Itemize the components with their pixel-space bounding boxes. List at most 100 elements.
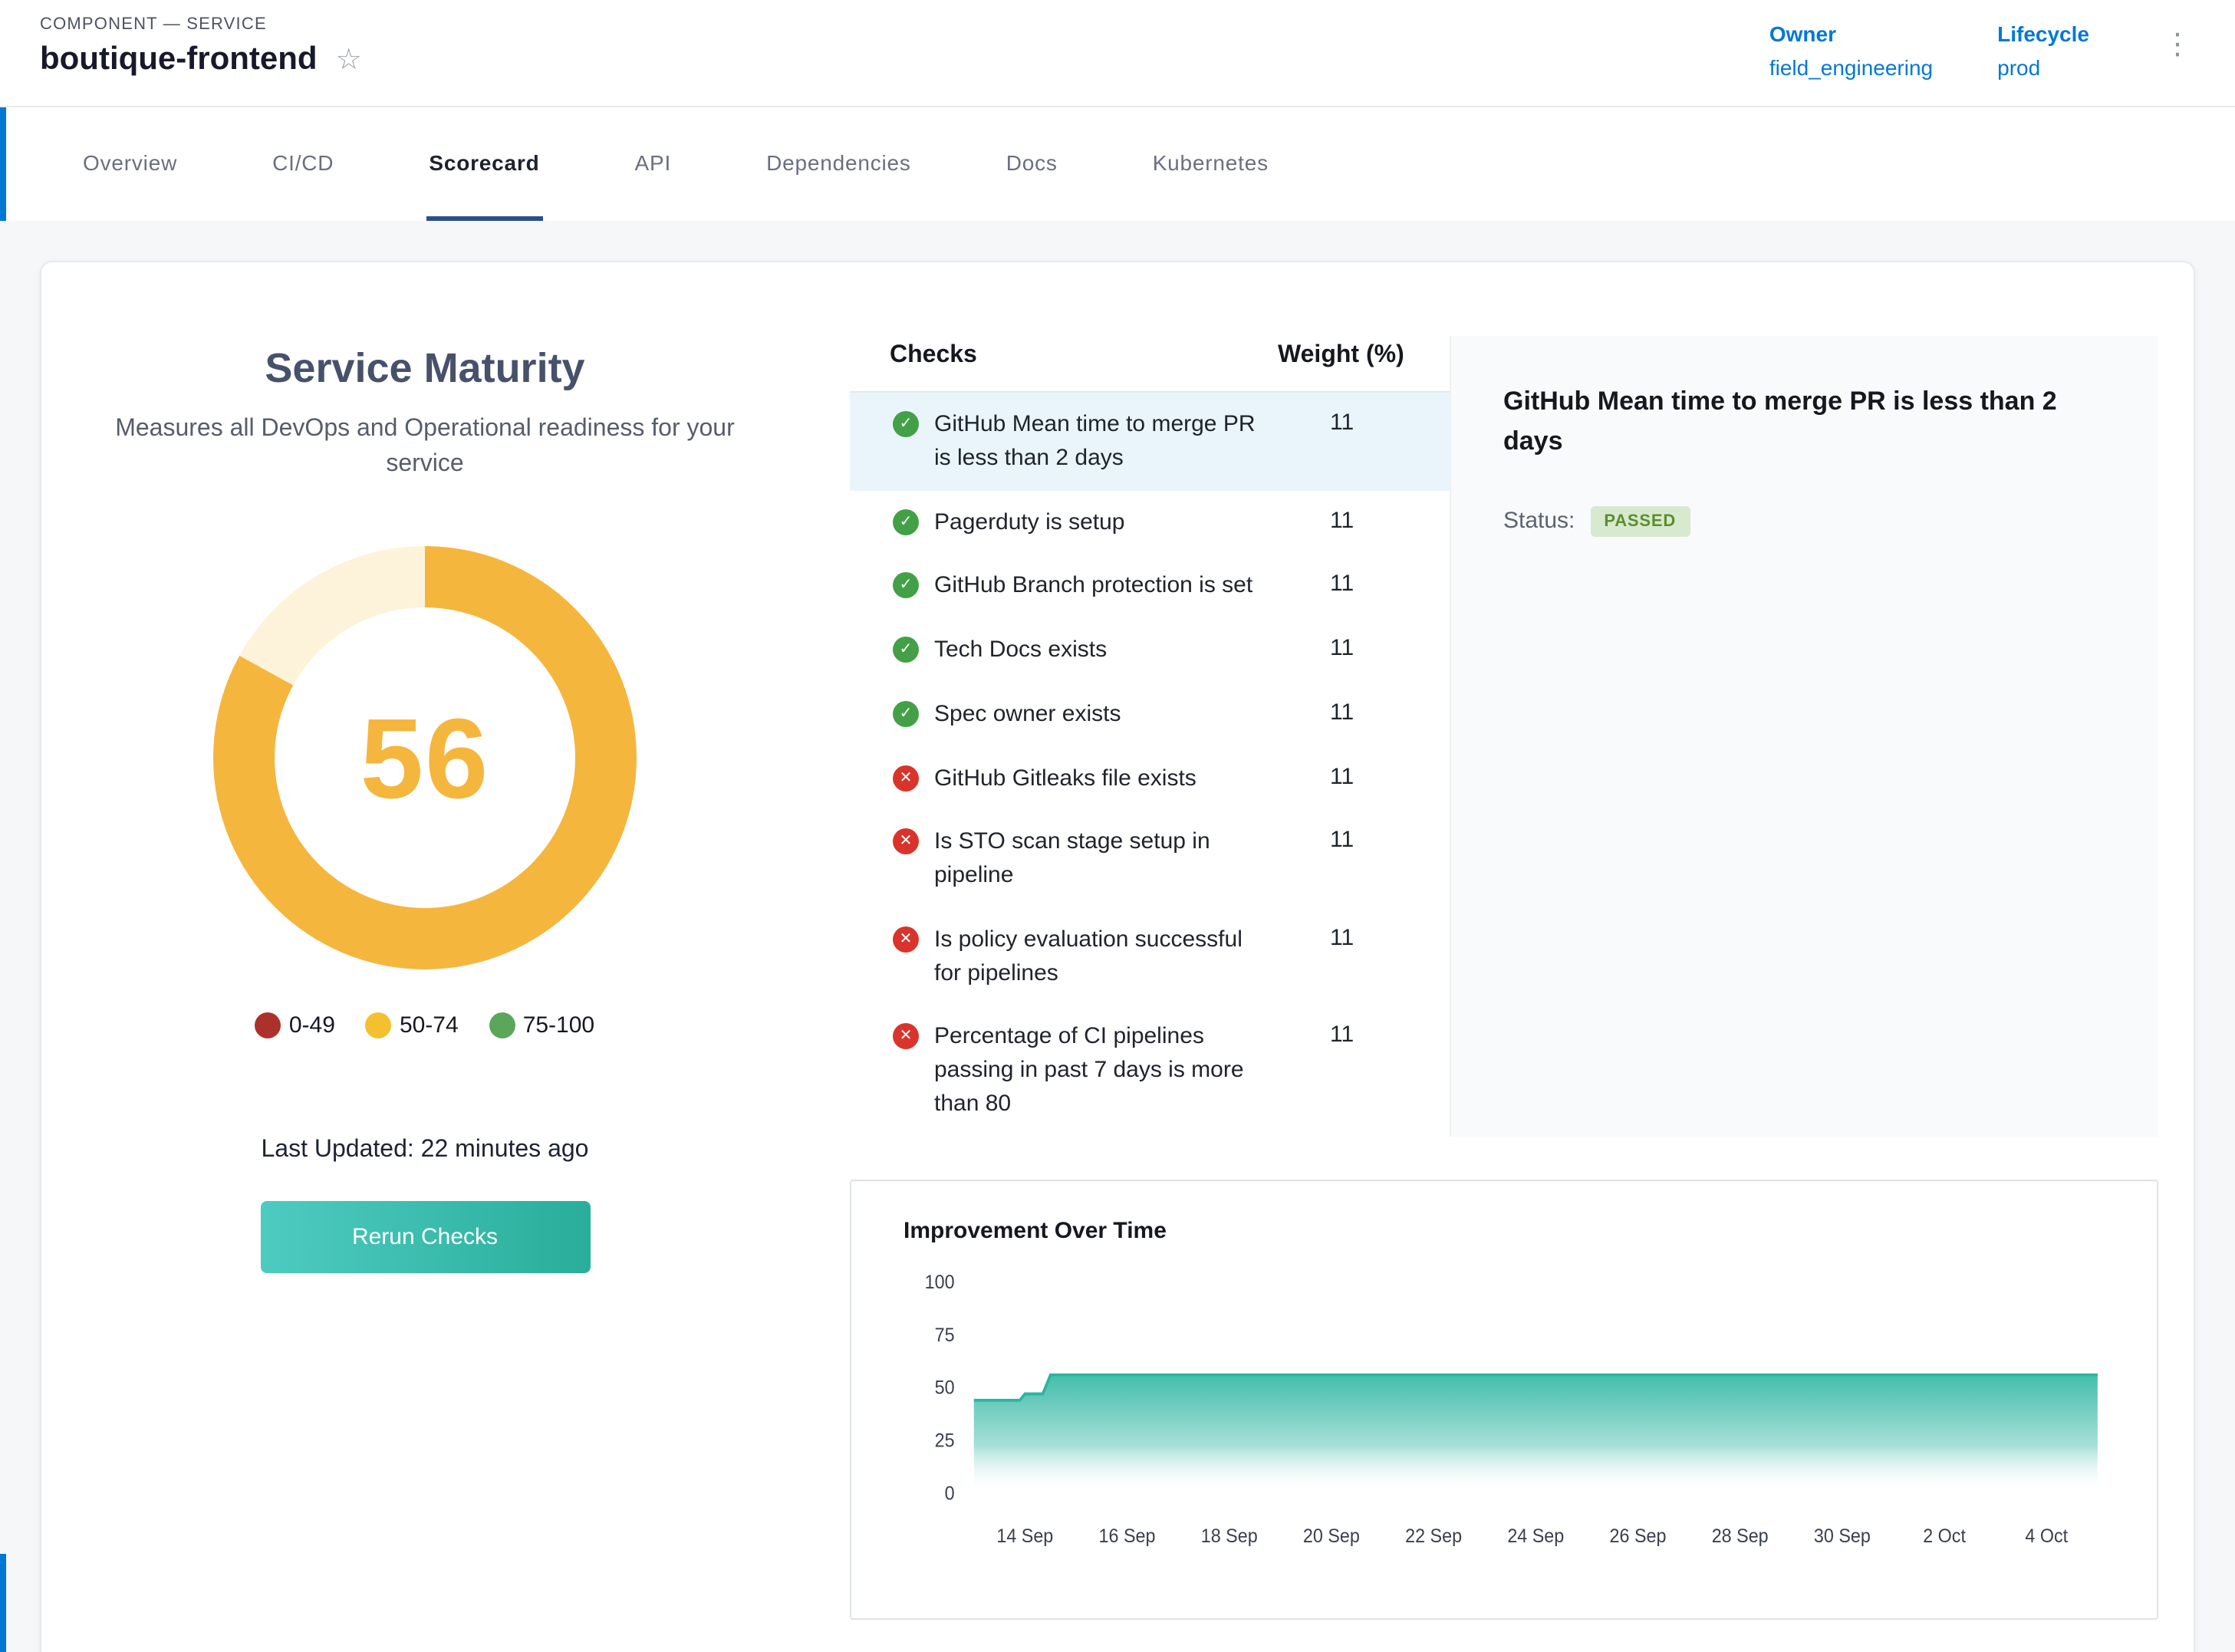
x-axis-tick: 20 Sep xyxy=(1303,1525,1360,1546)
check-weight: 11 xyxy=(1278,698,1450,726)
tab-bar: Overview CI/CD Scorecard API Dependencies Doc… xyxy=(0,107,2235,221)
x-axis-tick: 14 Sep xyxy=(996,1525,1053,1546)
legend-label: 50-74 xyxy=(400,1013,459,1039)
y-axis-tick: 0 xyxy=(945,1483,955,1504)
check-failed-icon: ✕ xyxy=(893,926,919,953)
check-label: Is STO scan stage setup in pipeline xyxy=(919,826,1278,893)
improvement-chart-box: Improvement Over Time 025507510014 Sep16… xyxy=(850,1179,2158,1619)
checks-list-column: Checks Weight (%) ✓GitHub Mean time to m… xyxy=(850,336,1450,1136)
check-weight: 11 xyxy=(1278,408,1450,436)
header-right: Owner field_engineering Lifecycle prod ⋮ xyxy=(1769,15,2195,80)
legend-dot-icon xyxy=(255,1013,281,1039)
check-label: GitHub Mean time to merge PR is less tha… xyxy=(919,408,1278,475)
check-detail-title: GitHub Mean time to merge PR is less tha… xyxy=(1503,382,2106,462)
check-passed-icon: ✓ xyxy=(893,508,919,535)
service-page: COMPONENT — SERVICE boutique-frontend ☆ … xyxy=(0,0,2235,1652)
legend-label: 0-49 xyxy=(289,1013,335,1039)
checks-area: Checks Weight (%) ✓GitHub Mean time to m… xyxy=(808,262,2194,1652)
check-failed-icon: ✕ xyxy=(893,765,919,791)
tab-api[interactable]: API xyxy=(632,107,675,221)
kebab-menu-icon[interactable]: ⋮ xyxy=(2154,21,2195,60)
check-label: Percentage of CI pipelines passing in pa… xyxy=(919,1021,1278,1121)
status-badge: PASSED xyxy=(1590,505,1690,536)
chart-area xyxy=(974,1374,2098,1492)
x-axis-tick: 22 Sep xyxy=(1405,1525,1462,1546)
check-row[interactable]: ✓GitHub Branch protection is set11 xyxy=(850,555,1450,619)
lifecycle-group: Lifecycle prod xyxy=(1997,21,2089,80)
check-row[interactable]: ✕Percentage of CI pipelines passing in p… xyxy=(850,1005,1450,1137)
checks-table-header: Checks Weight (%) xyxy=(850,336,1450,393)
x-axis-tick: 2 Oct xyxy=(1923,1525,1966,1546)
x-axis-tick: 30 Sep xyxy=(1814,1525,1871,1546)
rerun-checks-button[interactable]: Rerun Checks xyxy=(260,1202,590,1274)
check-row[interactable]: ✓GitHub Mean time to merge PR is less th… xyxy=(850,393,1450,490)
status-row: Status: PASSED xyxy=(1503,505,2106,536)
y-axis-tick: 100 xyxy=(925,1271,955,1292)
check-label: GitHub Branch protection is set xyxy=(919,570,1278,604)
tab-scorecard[interactable]: Scorecard xyxy=(426,107,542,221)
checks-list: ✓GitHub Mean time to merge PR is less th… xyxy=(850,393,1450,1136)
owner-group: Owner field_engineering xyxy=(1769,21,1933,80)
check-failed-icon: ✕ xyxy=(893,829,919,855)
check-passed-icon: ✓ xyxy=(893,411,919,437)
check-label: Pagerduty is setup xyxy=(919,505,1278,539)
check-label: Tech Docs exists xyxy=(919,633,1278,667)
check-weight: 11 xyxy=(1278,1021,1450,1048)
check-weight: 11 xyxy=(1278,570,1450,597)
maturity-score: 56 xyxy=(360,693,490,824)
x-axis-tick: 26 Sep xyxy=(1610,1525,1667,1546)
tab-dependencies[interactable]: Dependencies xyxy=(763,107,914,221)
check-passed-icon: ✓ xyxy=(893,573,919,599)
check-label: GitHub Gitleaks file exists xyxy=(919,762,1278,795)
check-weight: 11 xyxy=(1278,633,1450,661)
x-axis-tick: 24 Sep xyxy=(1507,1525,1564,1546)
favorite-star-icon[interactable]: ☆ xyxy=(336,42,362,77)
x-axis-tick: 4 Oct xyxy=(2025,1525,2068,1546)
viewport: COMPONENT — SERVICE boutique-frontend ☆ … xyxy=(0,0,2235,1652)
check-row[interactable]: ✓Spec owner exists11 xyxy=(850,683,1450,747)
legend-item: 75-100 xyxy=(489,1013,594,1039)
tab-kubernetes[interactable]: Kubernetes xyxy=(1150,107,1272,221)
left-edge-indicator xyxy=(0,1554,6,1652)
check-failed-icon: ✕ xyxy=(893,1024,919,1050)
check-label: Is policy evaluation successful for pipe… xyxy=(919,923,1278,990)
tab-overview[interactable]: Overview xyxy=(80,107,180,221)
tab-ci-cd[interactable]: CI/CD xyxy=(269,107,337,221)
weight-header: Weight (%) xyxy=(1278,342,1450,370)
x-axis-tick: 28 Sep xyxy=(1712,1525,1769,1546)
check-row[interactable]: ✓Pagerduty is setup11 xyxy=(850,490,1450,555)
x-axis-tick: 18 Sep xyxy=(1201,1525,1258,1546)
scorecard-subtitle: Measures all DevOps and Operational read… xyxy=(87,411,762,482)
legend-dot-icon xyxy=(489,1013,515,1039)
legend-item: 0-49 xyxy=(255,1013,335,1039)
check-passed-icon: ✓ xyxy=(893,701,919,727)
page-title: boutique-frontend xyxy=(40,41,318,78)
breadcrumb: COMPONENT — SERVICE xyxy=(40,15,362,34)
check-label: Spec owner exists xyxy=(919,698,1278,732)
owner-link[interactable]: field_engineering xyxy=(1769,55,1933,80)
scorecard-card: Service Maturity Measures all DevOps and… xyxy=(40,261,2195,1652)
x-axis-tick: 16 Sep xyxy=(1099,1525,1156,1546)
check-row[interactable]: ✕GitHub Gitleaks file exists11 xyxy=(850,746,1450,811)
main-content: Service Maturity Measures all DevOps and… xyxy=(0,221,2235,1652)
checks-header: Checks xyxy=(890,342,1278,370)
header: COMPONENT — SERVICE boutique-frontend ☆ … xyxy=(0,0,2235,107)
active-page-edge-indicator xyxy=(0,107,6,221)
chart-title: Improvement Over Time xyxy=(891,1217,2117,1243)
improvement-over-time-chart: 025507510014 Sep16 Sep18 Sep20 Sep22 Sep… xyxy=(891,1249,2117,1605)
maturity-summary: Service Maturity Measures all DevOps and… xyxy=(41,262,808,1652)
legend-label: 75-100 xyxy=(523,1013,594,1039)
check-weight: 11 xyxy=(1278,762,1450,789)
score-legend: 0-49 50-74 75-100 xyxy=(72,1013,778,1039)
tab-docs[interactable]: Docs xyxy=(1003,107,1061,221)
lifecycle-value[interactable]: prod xyxy=(1997,55,2089,80)
check-row[interactable]: ✓Tech Docs exists11 xyxy=(850,618,1450,683)
check-row[interactable]: ✕Is policy evaluation successful for pip… xyxy=(850,908,1450,1005)
check-weight: 11 xyxy=(1278,923,1450,951)
legend-dot-icon xyxy=(366,1013,392,1039)
check-weight: 11 xyxy=(1278,826,1450,854)
y-axis-tick: 25 xyxy=(935,1430,955,1451)
check-row[interactable]: ✕Is STO scan stage setup in pipeline11 xyxy=(850,811,1450,908)
legend-item: 50-74 xyxy=(366,1013,459,1039)
lifecycle-label: Lifecycle xyxy=(1997,21,2089,46)
